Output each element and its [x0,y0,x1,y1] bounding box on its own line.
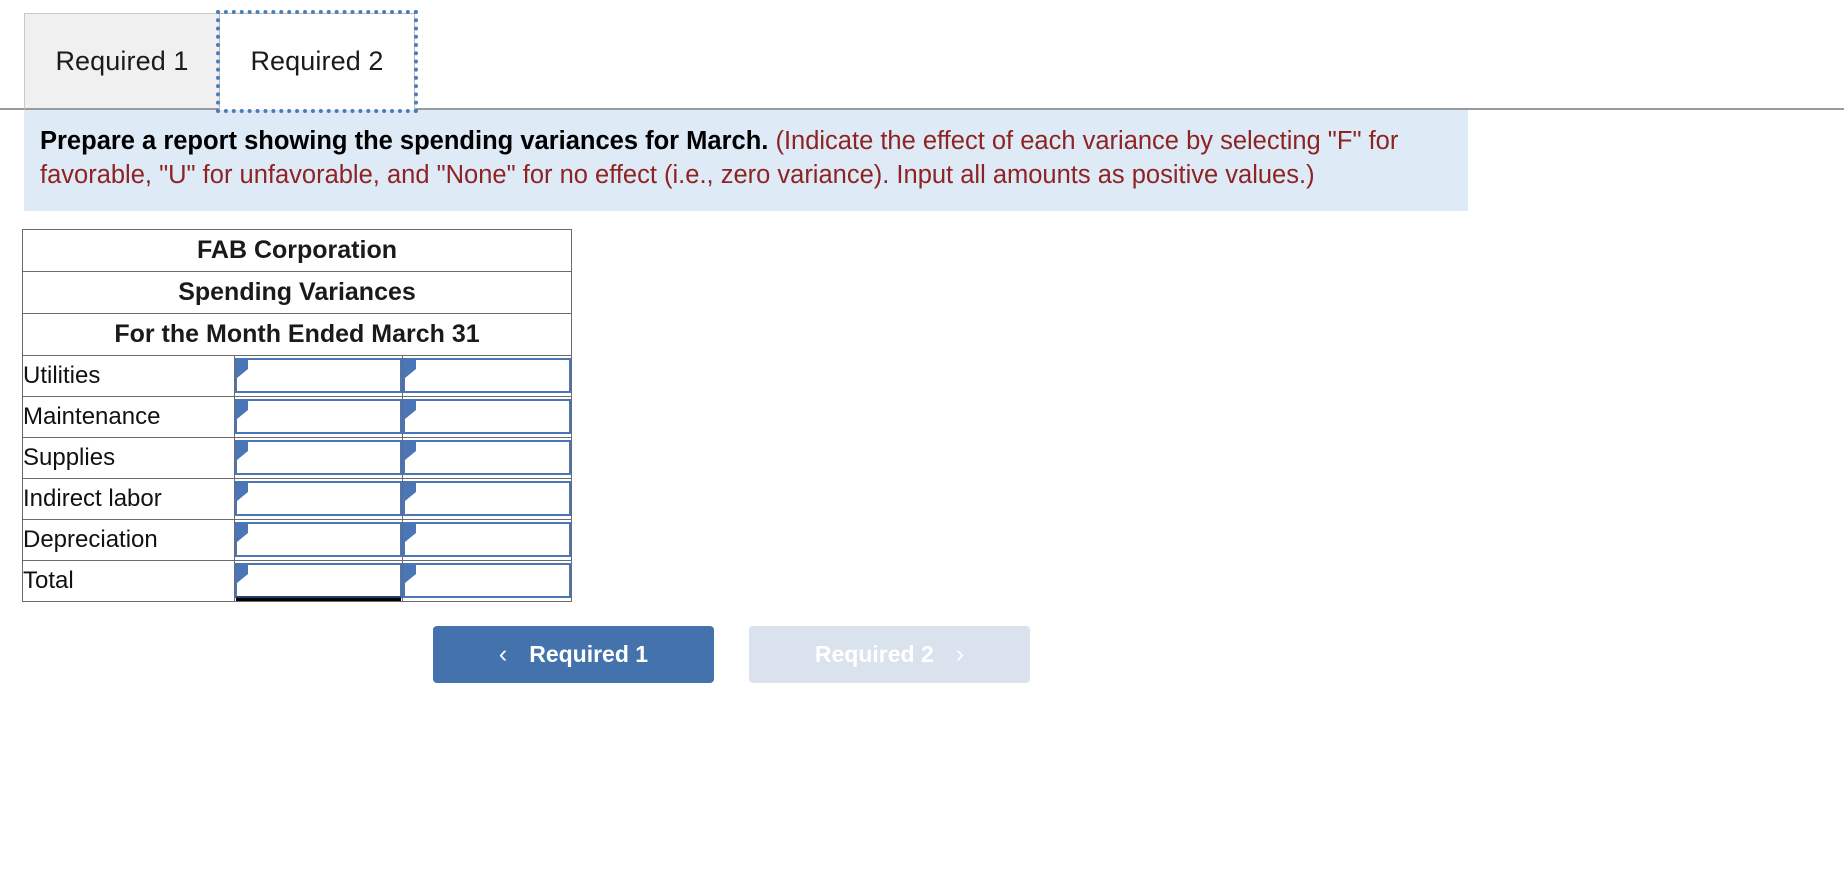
navigation-bar: ‹ Required 1 Required 2 › [0,625,1844,683]
table-row-total: Total [22,559,572,602]
amount-cell-total[interactable] [233,559,404,602]
effect-inputbox-supplies[interactable] [403,440,571,476]
amount-input-supplies[interactable] [236,442,401,474]
amount-input-total[interactable] [236,565,401,597]
table-row: Supplies [22,436,572,479]
effect-cell-depreciation[interactable] [402,518,572,561]
amount-inputbox-utilities[interactable] [234,358,403,394]
effect-input-indirect-labor[interactable] [405,483,569,515]
company-name-cell: FAB Corporation [22,228,572,272]
amount-inputbox-supplies[interactable] [234,440,403,476]
instruction-banner: Prepare a report showing the spending va… [24,110,1468,211]
amount-inputbox-total[interactable] [234,563,403,599]
report-period-cell: For the Month Ended March 31 [22,312,572,356]
row-label-utilities: Utilities [22,354,235,397]
table-row: Utilities [22,354,572,397]
amount-cell-utilities[interactable] [233,354,404,397]
effect-input-maintenance[interactable] [405,401,569,433]
effect-input-utilities[interactable] [405,360,569,392]
effect-inputbox-indirect-labor[interactable] [403,481,571,517]
amount-input-depreciation[interactable] [236,524,401,556]
table-title-row: FAB Corporation [22,228,572,272]
amount-cell-maintenance[interactable] [233,395,404,438]
chevron-right-icon: › [955,639,965,668]
row-label-maintenance: Maintenance [22,395,235,438]
amount-input-indirect-labor[interactable] [236,483,401,515]
amount-cell-indirect-labor[interactable] [233,477,404,520]
amount-inputbox-indirect-labor[interactable] [234,481,403,517]
tab-required-2-label: Required 2 [250,45,384,76]
amount-cell-supplies[interactable] [233,436,404,479]
table-row: Maintenance [22,395,572,438]
effect-cell-supplies[interactable] [402,436,572,479]
row-label-indirect-labor: Indirect labor [22,477,235,520]
amount-inputbox-maintenance[interactable] [234,399,403,435]
worksheet-container: FAB Corporation Spending Variances For t… [22,228,1844,602]
effect-inputbox-depreciation[interactable] [403,522,571,558]
amount-cell-depreciation[interactable] [233,518,404,561]
table-row: Indirect labor [22,477,572,520]
effect-cell-utilities[interactable] [402,354,572,397]
next-required-2-button[interactable]: Required 2 › [749,625,1030,683]
row-label-total: Total [22,559,235,602]
amount-input-utilities[interactable] [236,360,401,392]
instruction-prompt: Prepare a report showing the spending va… [40,127,769,155]
effect-inputbox-total[interactable] [403,563,571,599]
tab-required-1-label: Required 1 [55,45,189,76]
row-label-supplies: Supplies [22,436,235,479]
report-name-cell: Spending Variances [22,270,572,314]
prev-required-1-button[interactable]: ‹ Required 1 [433,625,714,683]
effect-cell-maintenance[interactable] [402,395,572,438]
amount-inputbox-depreciation[interactable] [234,522,403,558]
tab-required-2[interactable]: Required 2 [216,10,418,113]
effect-input-depreciation[interactable] [405,524,569,556]
effect-input-total[interactable] [405,565,569,597]
tab-required-1[interactable]: Required 1 [24,13,220,110]
effect-inputbox-utilities[interactable] [403,358,571,394]
chevron-left-icon: ‹ [498,639,508,668]
tab-strip: Required 1 Required 2 [0,0,1844,113]
amount-input-maintenance[interactable] [236,401,401,433]
effect-cell-total[interactable] [402,559,572,602]
effect-cell-indirect-labor[interactable] [402,477,572,520]
row-label-depreciation: Depreciation [22,518,235,561]
next-button-label: Required 2 [814,640,934,667]
table-title-row: For the Month Ended March 31 [22,312,572,356]
table-row: Depreciation [22,518,572,561]
spending-variances-table: FAB Corporation Spending Variances For t… [22,228,572,602]
prev-button-label: Required 1 [529,640,649,667]
table-title-row: Spending Variances [22,270,572,314]
effect-inputbox-maintenance[interactable] [403,399,571,435]
effect-input-supplies[interactable] [405,442,569,474]
